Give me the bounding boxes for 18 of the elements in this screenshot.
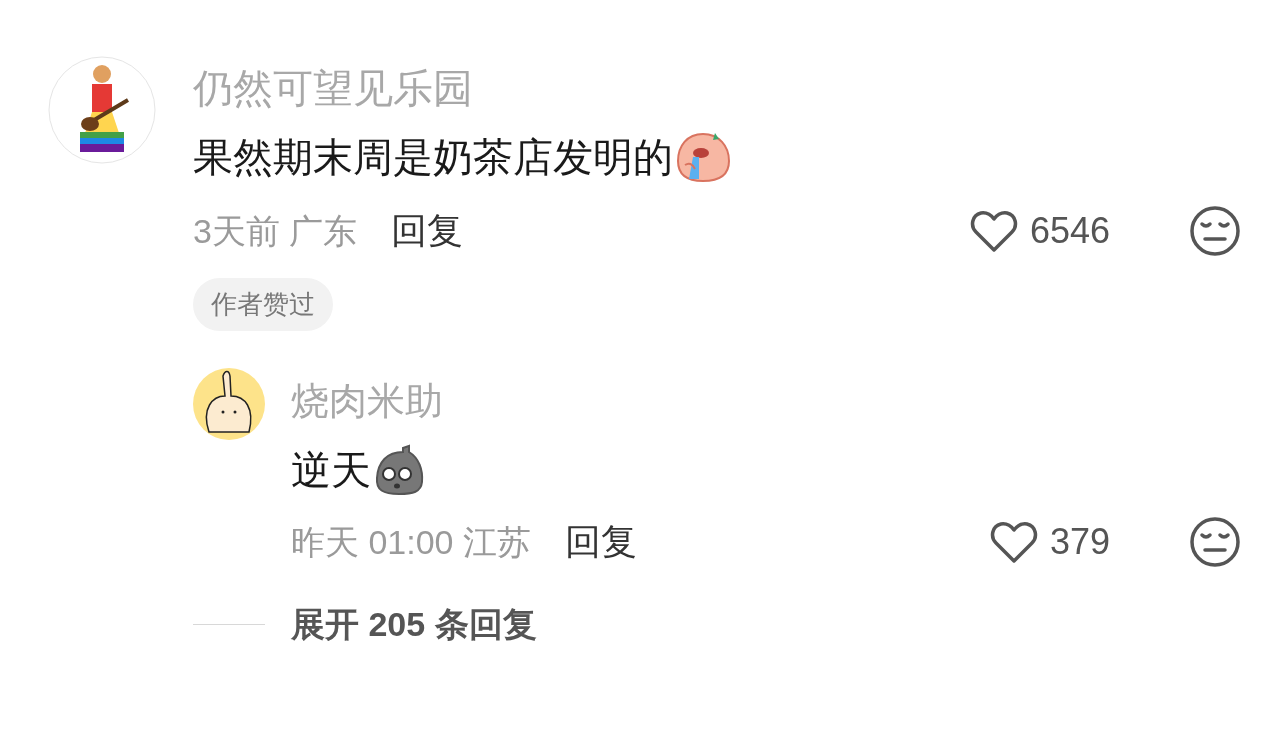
like-count: 6546 xyxy=(1029,209,1110,253)
comment-meta: 昨天 01:00 江苏 xyxy=(291,522,531,563)
stone-face-icon xyxy=(373,444,425,496)
comment-text: 果然期末周是奶茶店发明的 xyxy=(193,134,673,181)
expand-replies-button[interactable]: 展开 205 条回复 xyxy=(291,600,537,648)
like-icon[interactable] xyxy=(989,520,1038,564)
avatar[interactable] xyxy=(48,56,156,164)
avatar[interactable] xyxy=(193,368,265,440)
reply-button[interactable]: 回复 xyxy=(391,207,464,255)
like-count: 379 xyxy=(1049,520,1110,564)
crying-face-icon xyxy=(675,131,731,183)
unamused-face-icon[interactable] xyxy=(1190,517,1240,567)
like-icon[interactable] xyxy=(969,209,1018,253)
unamused-face-icon[interactable] xyxy=(1190,206,1240,256)
reply-button[interactable]: 回复 xyxy=(565,518,637,566)
author-liked-badge: 作者赞过 xyxy=(193,278,333,331)
comment-text: 逆天 xyxy=(291,447,371,494)
comment-meta: 3天前 广东 xyxy=(193,211,358,252)
